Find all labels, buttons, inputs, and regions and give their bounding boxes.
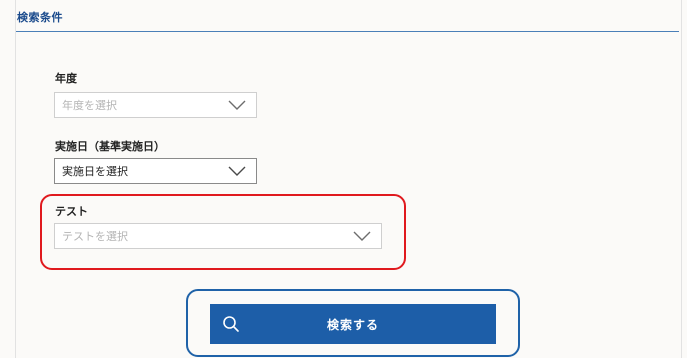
search-icon <box>222 315 240 336</box>
date-select[interactable]: 実施日を選択 <box>54 158 257 184</box>
search-button[interactable]: 検索する <box>210 304 496 344</box>
date-label: 実施日（基準実施日） <box>55 140 165 153</box>
year-select-placeholder: 年度を選択 <box>62 99 117 112</box>
chevron-down-icon <box>353 231 371 241</box>
chevron-down-icon <box>228 166 246 176</box>
test-select[interactable]: テストを選択 <box>54 223 382 249</box>
search-button-label: 検索する <box>326 317 379 332</box>
year-label: 年度 <box>55 72 77 85</box>
test-select-placeholder: テストを選択 <box>62 230 128 243</box>
test-label: テスト <box>55 205 88 218</box>
year-select[interactable]: 年度を選択 <box>54 92 257 118</box>
date-select-value: 実施日を選択 <box>62 165 128 178</box>
section-divider <box>16 31 679 32</box>
section-title: 検索条件 <box>17 11 63 24</box>
chevron-down-icon <box>228 100 246 110</box>
